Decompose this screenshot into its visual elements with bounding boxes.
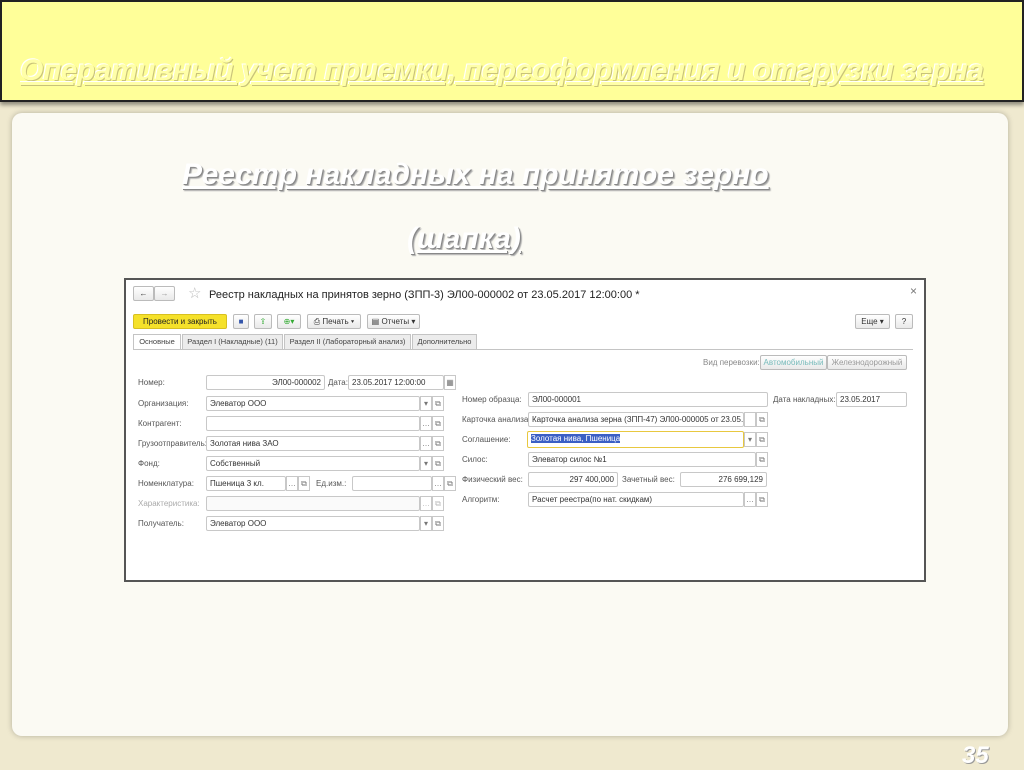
agreement-field[interactable]: Золотая нива, Пшеница [527, 431, 744, 448]
card-label: Карточка анализа: [462, 415, 531, 424]
sample-field[interactable]: ЭЛ00-000001 [528, 392, 768, 407]
contractor-field[interactable] [206, 416, 420, 431]
invoice-date-field[interactable]: 23.05.2017 [836, 392, 907, 407]
agreement-value: Золотая нива, Пшеница [531, 434, 621, 443]
open-icon[interactable]: ⧉ [756, 412, 768, 427]
window-title: Реестр накладных на принятов зерно (ЗПП-… [209, 289, 640, 301]
open-icon[interactable]: ⧉ [756, 432, 768, 447]
org-label: Организация: [138, 399, 189, 408]
reports-label: Отчеты [381, 317, 410, 326]
nomenclature-label: Номенклатура: [138, 479, 194, 488]
tab-invoices[interactable]: Раздел I (Накладные) (11) [182, 334, 283, 350]
nomenclature-field[interactable]: Пшеница 3 кл. [206, 476, 286, 491]
silo-field[interactable]: Элеватор силос №1 [528, 452, 756, 467]
recipient-label: Получатель: [138, 519, 184, 528]
slide-title: Оперативный учет приемки, переоформления… [20, 54, 984, 87]
unit-field[interactable] [352, 476, 432, 491]
tab-main[interactable]: Основные [133, 334, 181, 350]
back-button[interactable]: ← [133, 286, 154, 301]
tab-lab-analysis[interactable]: Раздел II (Лабораторный анализ) [284, 334, 411, 350]
org-field[interactable]: Элеватор ООО [206, 396, 420, 411]
open-icon[interactable]: ⧉ [432, 516, 444, 531]
save-button[interactable]: ■ [233, 314, 249, 329]
phys-weight-field[interactable]: 297 400,000 [528, 472, 618, 487]
report-icon: ▤ [371, 317, 382, 326]
characteristic-field[interactable] [206, 496, 420, 511]
open-icon[interactable]: ⧉ [432, 456, 444, 471]
title-banner: Оперативный учет приемки, переоформления… [0, 0, 1024, 102]
close-icon[interactable]: × [910, 284, 917, 298]
open-icon[interactable]: ⧉ [432, 416, 444, 431]
slide-subtitle: Реестр накладных на принятое зерно [182, 158, 769, 191]
silo-label: Силос: [462, 455, 488, 464]
fund-field[interactable]: Собственный [206, 456, 420, 471]
characteristic-label: Характеристика: [138, 499, 200, 508]
print-button[interactable]: ⎙ Печать ▾ [307, 314, 361, 329]
algorithm-label: Алгоритм: [462, 495, 500, 504]
page-number: 35 [962, 742, 989, 769]
help-button[interactable]: ? [895, 314, 913, 329]
transport-label: Вид перевозки: [703, 358, 760, 367]
tab-divider [133, 349, 913, 350]
date-label: Дата: [328, 378, 348, 387]
agreement-label: Соглашение: [462, 435, 511, 444]
dropdown-icon[interactable]: ▾ [420, 516, 432, 531]
select-icon[interactable]: … [432, 476, 444, 491]
sample-label: Номер образца: [462, 395, 522, 404]
post-button[interactable]: ⇪ [254, 314, 272, 329]
select-icon[interactable]: … [420, 416, 432, 431]
phys-weight-label: Физический вес: [462, 475, 523, 484]
create-based-on-button[interactable]: ⊕▾ [277, 314, 301, 329]
select-icon[interactable]: … [286, 476, 298, 491]
open-icon[interactable]: ⧉ [444, 476, 456, 491]
transport-auto[interactable]: Автомобильный [760, 355, 827, 370]
number-label: Номер: [138, 378, 165, 387]
fund-label: Фонд: [138, 459, 160, 468]
calendar-icon[interactable]: ▦ [444, 375, 456, 390]
number-field[interactable]: ЭЛ00-000002 [206, 375, 325, 390]
open-icon[interactable]: ⧉ [432, 396, 444, 411]
credit-weight-label: Зачетный вес: [622, 475, 675, 484]
reports-button[interactable]: ▤ Отчеты ▾ [367, 314, 420, 329]
open-icon[interactable]: ⧉ [756, 492, 768, 507]
open-icon[interactable]: ⧉ [756, 452, 768, 467]
transport-rail[interactable]: Железнодорожный [827, 355, 907, 370]
star-icon[interactable]: ☆ [188, 284, 201, 302]
post-and-close-button[interactable]: Провести и закрыть [133, 314, 227, 329]
invoice-date-label: Дата накладных: [773, 395, 836, 404]
shipper-field[interactable]: Золотая нива ЗАО [206, 436, 420, 451]
card-field[interactable]: Карточка анализа зерна (ЗПП-47) ЭЛ00-000… [528, 412, 744, 427]
forward-button[interactable]: → [154, 286, 175, 301]
credit-weight-field[interactable]: 276 699,129 [680, 472, 767, 487]
tab-additional[interactable]: Дополнительно [412, 334, 477, 350]
select-icon[interactable]: … [420, 496, 432, 511]
more-button[interactable]: Еще ▾ [855, 314, 890, 329]
dropdown-icon[interactable]: ▾ [744, 432, 756, 447]
shipper-label: Грузоотправитель: [138, 439, 207, 448]
open-icon[interactable]: ⧉ [432, 496, 444, 511]
contractor-label: Контрагент: [138, 419, 182, 428]
more-label: Еще [861, 317, 878, 326]
slide-subtitle-2: (шапка) [407, 222, 521, 255]
select-icon[interactable]: … [420, 436, 432, 451]
open-icon[interactable]: ⧉ [432, 436, 444, 451]
date-field[interactable]: 23.05.2017 12:00:00 [348, 375, 444, 390]
select-icon[interactable] [744, 412, 756, 427]
unit-label: Ед.изм.: [316, 479, 347, 488]
algorithm-field[interactable]: Расчет реестра(по нат. скидкам) [528, 492, 744, 507]
dropdown-icon[interactable]: ▾ [420, 456, 432, 471]
recipient-field[interactable]: Элеватор ООО [206, 516, 420, 531]
open-icon[interactable]: ⧉ [298, 476, 310, 491]
dropdown-icon[interactable]: ▾ [420, 396, 432, 411]
select-icon[interactable]: … [744, 492, 756, 507]
print-label: Печать [322, 317, 349, 326]
